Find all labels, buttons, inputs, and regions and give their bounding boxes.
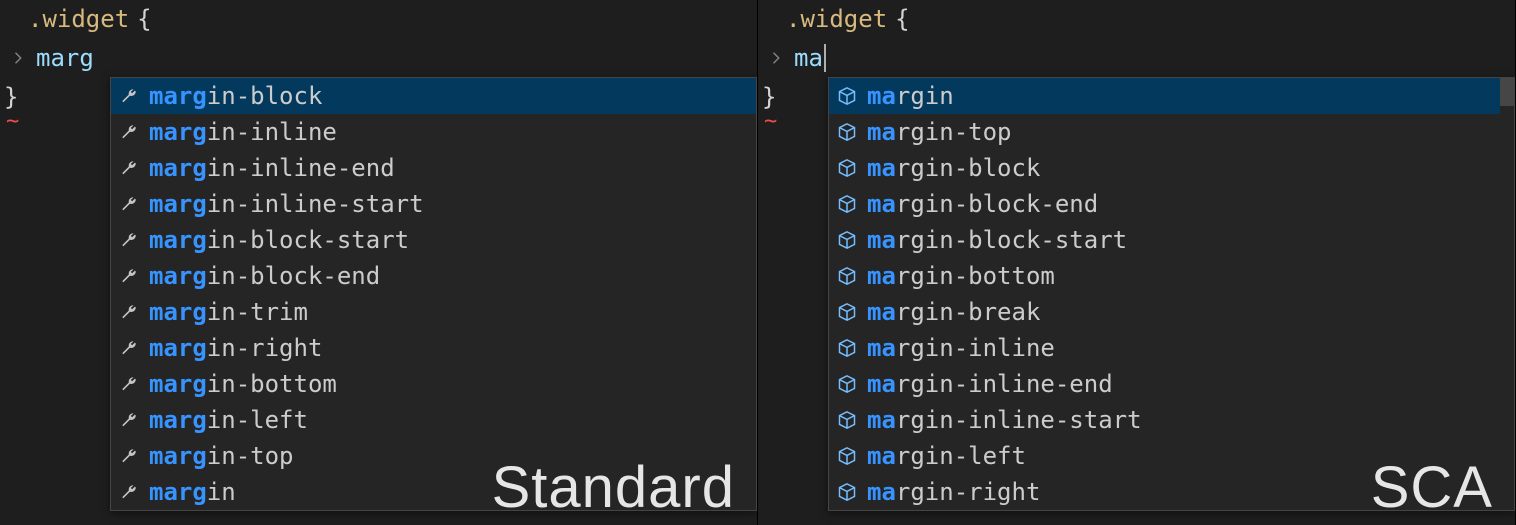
open-brace: { <box>129 5 151 33</box>
suggestion-label: margin-top <box>149 442 294 470</box>
suggestion-popup: margin-block margin-inline margin-inline-e… <box>110 77 757 511</box>
suggestion-label: margin-inline-start <box>149 190 424 218</box>
wrench-icon <box>119 158 139 178</box>
suggestion-item[interactable]: margin-block-start <box>111 222 756 258</box>
suggestion-label: margin-inline <box>867 334 1055 362</box>
suggestion-label: margin-block-end <box>149 262 380 290</box>
suggestion-scrollbar[interactable] <box>1500 78 1514 510</box>
suggestion-item[interactable]: margin-left <box>829 438 1500 474</box>
package-icon <box>837 86 857 106</box>
suggestion-item[interactable]: margin-block-start <box>829 222 1500 258</box>
package-icon <box>837 302 857 322</box>
right-pane: .widget { ma } ~ marginmargin-topmargin-… <box>758 0 1516 525</box>
wrench-icon <box>119 482 139 502</box>
suggestion-item[interactable]: margin-bottom <box>111 366 756 402</box>
close-brace: } <box>762 83 776 111</box>
suggestion-item[interactable]: margin-bottom <box>829 258 1500 294</box>
suggestion-label: margin-right <box>867 478 1040 506</box>
suggestion-label: margin-top <box>867 118 1012 146</box>
package-icon <box>837 374 857 394</box>
suggestion-label: margin-block <box>867 154 1040 182</box>
package-icon <box>837 194 857 214</box>
suggestion-label: margin-bottom <box>867 262 1055 290</box>
wrench-icon <box>119 338 139 358</box>
scrollbar-thumb[interactable] <box>1500 78 1514 106</box>
suggestion-label: margin-trim <box>149 298 308 326</box>
suggestion-label: margin <box>867 82 954 110</box>
suggestion-item[interactable]: margin-inline-end <box>829 366 1500 402</box>
suggestion-label: margin-inline-end <box>867 370 1113 398</box>
input-row[interactable]: marg <box>0 38 757 78</box>
package-icon <box>837 266 857 286</box>
selector-text: .widget <box>786 5 887 33</box>
package-icon <box>837 446 857 466</box>
suggestion-item[interactable]: margin-block <box>111 78 756 114</box>
selector-text: .widget <box>28 5 129 33</box>
suggestion-item[interactable]: margin-inline-start <box>829 402 1500 438</box>
package-icon <box>837 482 857 502</box>
suggestion-label: margin-right <box>149 334 322 362</box>
open-brace: { <box>887 5 909 33</box>
package-icon <box>837 230 857 250</box>
suggestion-item[interactable]: margin-trim <box>111 294 756 330</box>
code-line-selector: .widget { <box>758 0 1515 38</box>
suggestion-item[interactable]: margin-inline-end <box>111 150 756 186</box>
suggestion-label: margin-inline-end <box>149 154 395 182</box>
wrench-icon <box>119 86 139 106</box>
suggestion-item[interactable]: margin-block-end <box>111 258 756 294</box>
package-icon <box>837 122 857 142</box>
suggestion-item[interactable]: margin-right <box>111 330 756 366</box>
suggestion-item[interactable]: margin-block <box>829 150 1500 186</box>
typed-text: marg <box>36 44 94 72</box>
suggestion-label: margin <box>149 478 236 506</box>
suggestion-item[interactable]: margin-left <box>111 402 756 438</box>
suggestion-item[interactable]: margin-top <box>829 114 1500 150</box>
suggestion-label: margin-left <box>149 406 308 434</box>
chevron-right-icon <box>12 51 26 65</box>
left-pane: .widget { marg } ~ margin-blockmargin-in… <box>0 0 758 525</box>
suggestion-label: margin-block <box>149 82 322 110</box>
suggestion-item[interactable]: margin <box>111 474 756 510</box>
suggestion-label: margin-bottom <box>149 370 337 398</box>
suggestion-item[interactable]: margin-block-end <box>829 186 1500 222</box>
code-line-selector: .widget { <box>0 0 757 38</box>
wrench-icon <box>119 230 139 250</box>
suggestion-label: margin-block-start <box>867 226 1127 254</box>
wrench-icon <box>119 446 139 466</box>
suggestion-label: margin-block-end <box>867 190 1098 218</box>
typed-text: ma <box>794 44 823 72</box>
suggestion-label: margin-inline <box>149 118 337 146</box>
wrench-icon <box>119 194 139 214</box>
text-cursor <box>824 44 826 72</box>
wrench-icon <box>119 374 139 394</box>
suggestion-item[interactable]: margin-inline <box>111 114 756 150</box>
suggestion-popup: margin margin-top margin-block margin-block… <box>828 77 1515 511</box>
suggestion-item[interactable]: margin <box>829 78 1500 114</box>
suggestion-item[interactable]: margin-inline-start <box>111 186 756 222</box>
suggestion-item[interactable]: margin-right <box>829 474 1500 510</box>
comparison-root: .widget { marg } ~ margin-blockmargin-in… <box>0 0 1516 525</box>
suggestion-label: margin-left <box>867 442 1026 470</box>
input-row[interactable]: ma <box>758 38 1515 78</box>
suggestion-item[interactable]: margin-top <box>111 438 756 474</box>
wrench-icon <box>119 266 139 286</box>
package-icon <box>837 338 857 358</box>
chevron-right-icon <box>770 51 784 65</box>
suggestion-item[interactable]: margin-inline <box>829 330 1500 366</box>
suggestion-label: margin-block-start <box>149 226 409 254</box>
package-icon <box>837 158 857 178</box>
wrench-icon <box>119 410 139 430</box>
wrench-icon <box>119 122 139 142</box>
package-icon <box>837 410 857 430</box>
wrench-icon <box>119 302 139 322</box>
suggestion-item[interactable]: margin-break <box>829 294 1500 330</box>
suggestion-label: margin-inline-start <box>867 406 1142 434</box>
suggestion-label: margin-break <box>867 298 1040 326</box>
close-brace: } <box>4 83 18 111</box>
